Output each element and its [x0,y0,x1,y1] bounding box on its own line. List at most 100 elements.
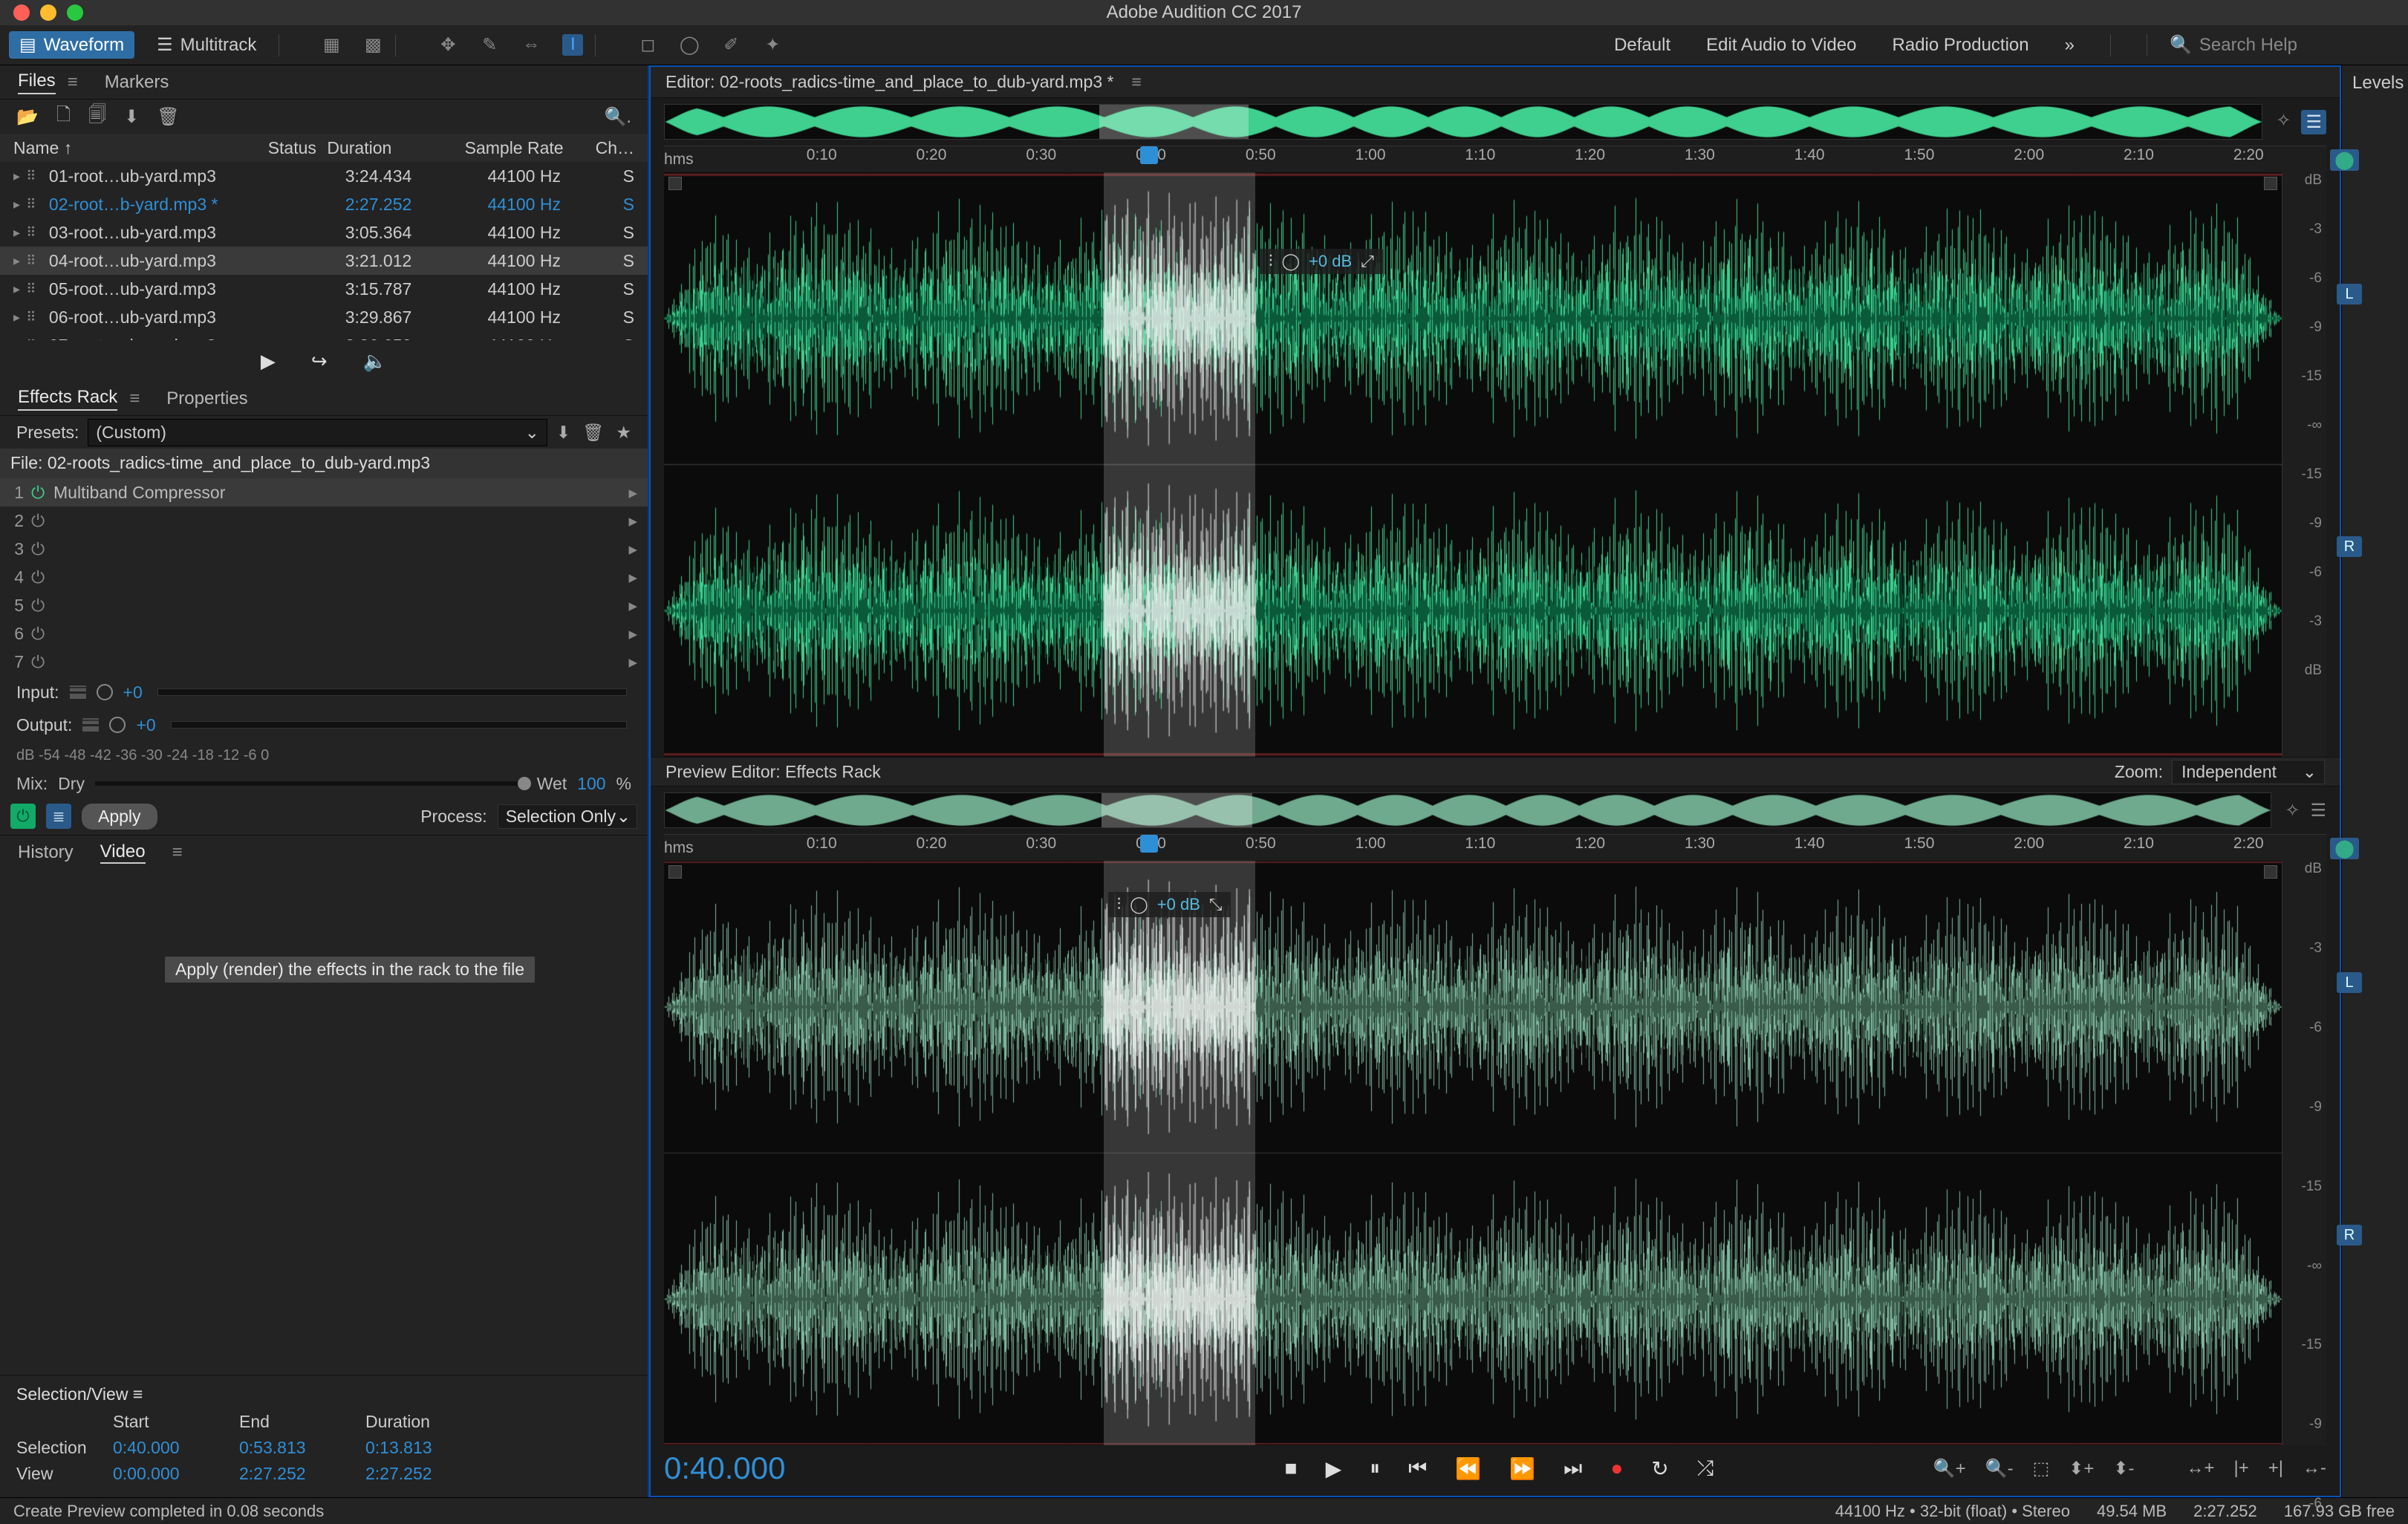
file-list[interactable]: ▸⠿ 01-root…ub-yard.mp3 3:24.434 44100 Hz… [0,162,648,340]
channel-toggle-tl[interactable] [668,865,682,879]
effect-slot[interactable]: 4⏻▸ [0,563,648,591]
save-preset-icon[interactable]: ⬇ [556,423,570,443]
rewind-button[interactable]: ⏪ [1455,1456,1481,1481]
hud-knob-icon[interactable]: ◯ [1281,252,1300,271]
overview-selection[interactable] [1099,105,1249,139]
zoom-out-icon[interactable]: 🔍- [1985,1458,2014,1479]
panel-menu-icon[interactable]: ≡ [172,842,183,863]
waveform-view-button[interactable]: ▤ Waveform [9,31,134,59]
pin-overview-icon[interactable]: ✧ [2276,110,2291,134]
marker-cue-icon[interactable]: ⬤ [2330,149,2359,171]
time-selection-tool-icon[interactable]: I [562,34,583,56]
toggle-channels-icon[interactable]: ☰ [2310,800,2326,821]
zoom-sel-start-icon[interactable]: |+ [2234,1458,2249,1479]
wet-value[interactable]: 100 [577,774,605,794]
marker-cue-icon[interactable]: ⬤ [2330,838,2359,859]
effect-slot[interactable]: 6⏻▸ [0,619,648,648]
sv-view-start[interactable]: 0:00.000 [113,1464,239,1484]
sv-view-end[interactable]: 2:27.252 [239,1464,365,1484]
brush-tool-icon[interactable]: ✐ [720,34,741,56]
delete-preset-icon[interactable]: 🗑 [582,423,604,443]
spot-heal-tool-icon[interactable]: ✦ [762,34,783,56]
col-status[interactable]: Status [268,138,328,158]
panel-menu-icon[interactable]: ≡ [129,388,140,409]
new-multitrack-icon[interactable]: 🗐 [88,102,106,132]
effect-slot[interactable]: 7⏻▸ [0,648,648,676]
zoom-dropdown[interactable]: Independent [2172,760,2325,784]
col-duration[interactable]: Duration [327,138,464,158]
file-row[interactable]: ▸⠿ 06-root…ub-yard.mp3 3:29.867 44100 Hz… [0,303,648,331]
razor-tool-icon[interactable]: ✎ [479,34,500,56]
ruler-units[interactable]: hms [664,146,710,172]
input-value[interactable]: +0 [123,683,143,703]
effect-slot[interactable]: 5⏻▸ [0,591,648,619]
hud-db-value[interactable]: +0 dB [1309,252,1352,271]
stop-button[interactable]: ■ [1285,1456,1298,1481]
ruler-ticks-preview[interactable]: 0:100:200:300:400:501:001:101:201:301:40… [710,835,2326,861]
tab-video[interactable]: Video [100,841,146,864]
tab-markers[interactable]: Markers [105,72,169,93]
preview-waveform-area[interactable]: ⫶ ◯ +0 dB ⤡ L R dB-3-6-9-15-∞-15-9-6-3dB [664,861,2326,1445]
right-channel-badge[interactable]: R [2337,1225,2362,1245]
tab-history[interactable]: History [18,842,74,863]
overview-main[interactable]: ✧ ☰ [664,102,2326,141]
loop-icon[interactable]: ↪ [311,350,328,373]
multitrack-view-button[interactable]: ☰ Multitrack [146,31,267,59]
rack-preview-button[interactable]: ≣ [46,804,71,829]
sv-view-dur[interactable]: 2:27.252 [365,1464,492,1484]
channel-toggle-tr[interactable] [2264,177,2277,190]
effect-slot[interactable]: 2⏻▸ [0,507,648,535]
left-channel-badge[interactable]: L [2337,284,2362,305]
show-pitch-icon[interactable]: ▩ [362,34,383,56]
loop-button[interactable]: ↻ [1651,1456,1668,1481]
hud-pin-icon[interactable]: ⤡ [1209,895,1223,914]
toggle-channels-icon[interactable]: ☰ [2301,110,2326,134]
record-button[interactable]: ● [1610,1456,1623,1481]
zoom-reset-icon[interactable]: ⬚ [2033,1458,2050,1479]
file-row[interactable]: ▸⠿ 04-root…ub-yard.mp3 3:21.012 44100 Hz… [0,247,648,275]
marquee-tool-icon[interactable]: ◻ [637,34,658,56]
output-knob[interactable] [109,717,126,733]
preset-dropdown[interactable]: (Custom) ⌄ [88,419,547,446]
overview-selection-preview[interactable] [1102,793,1252,827]
col-name[interactable]: Name ↑ [13,138,268,158]
zoom-sel-out-icon[interactable]: ↔- [2303,1458,2326,1479]
mix-slider[interactable] [95,781,527,786]
zoom-in-icon[interactable]: 🔍+ [1933,1458,1966,1479]
workspace-overflow-icon[interactable]: » [2065,35,2075,56]
maximize-window-button[interactable] [67,4,83,21]
apply-button[interactable]: Apply [82,804,157,830]
insert-icon[interactable]: ⬇ [124,106,139,128]
zoom-in-amp-icon[interactable]: ⬍+ [2069,1458,2094,1479]
channel-toggle-tl[interactable] [668,177,682,190]
file-row[interactable]: ▸⠿ 07-root…ub-yard.mp3 3:36.659 44100 Hz… [0,331,648,340]
pause-button[interactable]: ⏸ [1370,1456,1380,1481]
input-knob[interactable] [97,684,113,700]
file-row[interactable]: ▸⠿ 02-root…b-yard.mp3 * 2:27.252 44100 H… [0,190,648,218]
autoplay-icon[interactable]: 🔈 [363,350,387,373]
effect-slot[interactable]: 3⏻▸ [0,535,648,563]
gain-hud-preview[interactable]: ⫶ ◯ +0 dB ⤡ [1108,892,1231,917]
col-samplerate[interactable]: Sample Rate [465,138,596,158]
tab-properties[interactable]: Properties [166,388,247,409]
files-columns-header[interactable]: Name ↑ Status Duration Sample Rate Ch… [0,134,648,162]
filter-search-icon[interactable]: 🔍⁠. [604,106,631,128]
close-window-button[interactable] [13,4,30,21]
favorite-preset-icon[interactable]: ★ [616,423,631,443]
play-icon[interactable]: ▶ [261,350,276,373]
preview-waveform[interactable]: ⫶ ◯ +0 dB ⤡ [664,861,2282,1445]
right-channel-badge[interactable]: R [2337,536,2362,557]
panel-menu-icon[interactable]: ≡ [1131,72,1141,92]
play-button[interactable]: ▶ [1326,1456,1342,1481]
left-channel-badge[interactable]: L [2337,972,2362,993]
main-waveform-area[interactable]: ⫶ ◯ +0 dB ⤢ L R dB-3-6-9-15-∞-15-9-6-3dB [664,172,2326,757]
hud-knob-icon[interactable]: ◯ [1130,895,1148,914]
ruler-ticks[interactable]: 0:100:200:300:400:501:001:101:201:301:40… [710,146,2326,172]
sv-sel-end[interactable]: 0:53.813 [239,1438,365,1458]
workspace-radio[interactable]: Radio Production [1893,35,2029,56]
levels-title[interactable]: Levels [2342,65,2408,94]
gain-hud[interactable]: ⫶ ◯ +0 dB ⤢ [1260,249,1383,274]
time-ruler-preview[interactable]: hms 0:100:200:300:400:501:001:101:201:30… [664,834,2326,861]
help-search[interactable]: 🔍 Search Help [2147,34,2399,56]
zoom-sel-in-icon[interactable]: ↔+ [2186,1458,2214,1479]
